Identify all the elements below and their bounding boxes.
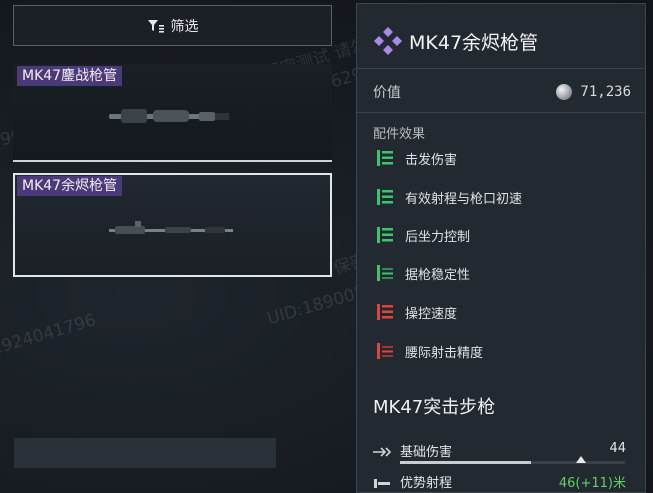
positive-effect-icon — [377, 227, 393, 243]
effect-label: 腰际射击精度 — [405, 345, 484, 361]
item-title: MK47余烬枪管 — [409, 31, 539, 54]
stat-label: 优势射程 — [400, 476, 453, 491]
stat-row-base-damage: 基础伤害 44 — [370, 441, 632, 471]
positive-effect-icon — [377, 189, 393, 205]
effect-label: 据枪稳定性 — [405, 267, 471, 283]
item-title-row: MK47余烬枪管 — [373, 26, 538, 56]
effect-item: 击发伤害 — [377, 147, 457, 169]
stat-row-effective-range: 优势射程 46(+11)米 — [370, 472, 632, 493]
effect-item: 后坐力控制 — [377, 224, 470, 246]
item-name: MK47鏖战枪管 — [17, 66, 123, 86]
inventory-screen: 保密测试 请勿传播 UID:18900537962924041796 保密测试 … — [0, 0, 653, 493]
filter-icon — [147, 19, 164, 33]
effect-item: 有效射程与枪口初速 — [377, 186, 522, 208]
stat-bar — [400, 461, 625, 464]
negative-effect-icon — [377, 343, 393, 359]
gun-title: MK47突击步枪 — [373, 397, 496, 418]
filter-button[interactable]: 筛选 — [13, 5, 332, 46]
diamond-cluster-icon — [374, 27, 402, 55]
stat-label: 基础伤害 — [400, 445, 453, 460]
range-icon — [374, 479, 390, 488]
effect-label: 击发伤害 — [405, 152, 458, 168]
item-card-mk47-ember-barrel[interactable]: MK47余烬枪管 — [13, 173, 332, 277]
barrel-image — [109, 221, 233, 234]
barrel-image — [109, 109, 229, 123]
damage-icon — [373, 447, 392, 457]
divider — [357, 68, 645, 69]
effect-item: 操控速度 — [377, 301, 457, 323]
positive-effect-icon — [377, 150, 393, 166]
positive-effect-icon — [377, 265, 393, 281]
item-name: MK47余烬枪管 — [17, 176, 123, 196]
effects-label: 配件效果 — [373, 127, 426, 142]
value-label: 价值 — [373, 85, 401, 101]
effect-label: 后坐力控制 — [405, 229, 471, 245]
stat-value: 44 — [609, 441, 626, 456]
effect-item: 据枪稳定性 — [377, 262, 470, 284]
filter-label: 筛选 — [170, 18, 199, 35]
effect-label: 有效射程与枪口初速 — [405, 191, 523, 207]
effect-label: 操控速度 — [405, 306, 458, 322]
item-detail-panel: MK47余烬枪管 价值 71,236 配件效果 击发伤害 有效射程与枪口初速 后… — [356, 3, 646, 493]
value-row: 价值 71,236 — [373, 80, 631, 104]
watermark: UID:18900537962924041796 — [0, 310, 99, 400]
stat-row-highlight — [14, 438, 276, 468]
negative-effect-icon — [377, 304, 393, 320]
divider — [357, 112, 645, 113]
value-amount: 71,236 — [580, 84, 631, 100]
coin-icon — [556, 84, 573, 100]
item-card-mk47-melee-barrel[interactable]: MK47鏖战枪管 — [13, 64, 332, 162]
stat-value: 46(+11)米 — [558, 476, 626, 491]
stat-marker — [576, 456, 586, 463]
effect-item: 腰际射击精度 — [377, 340, 483, 362]
stat-bar-fill — [400, 461, 531, 464]
